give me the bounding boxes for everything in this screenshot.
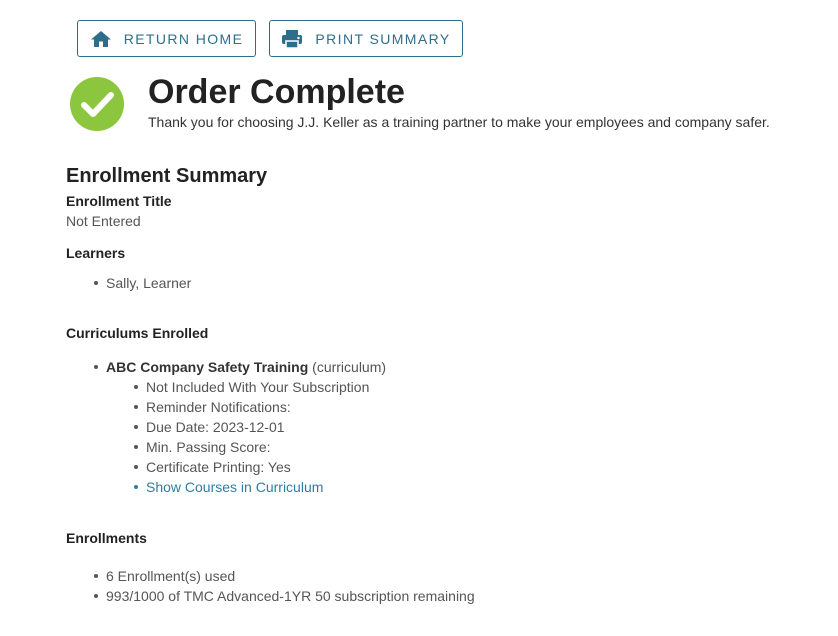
curriculum-detail-passing-score: Min. Passing Score: bbox=[133, 437, 386, 457]
curriculum-detail-subscription: Not Included With Your Subscription bbox=[133, 377, 386, 397]
print-summary-label: PRINT SUMMARY bbox=[315, 30, 451, 47]
curriculum-name: ABC Company Safety Training bbox=[106, 359, 309, 375]
show-courses-link[interactable]: Show Courses in Curriculum bbox=[146, 479, 323, 495]
page-title: Order Complete bbox=[148, 73, 405, 111]
toolbar: RETURN HOME PRINT SUMMARY bbox=[77, 20, 463, 57]
curriculum-type: (curriculum) bbox=[312, 359, 387, 375]
curriculum-item: ABC Company Safety Training (curriculum)… bbox=[93, 357, 387, 497]
enrollments-used-item: 6 Enrollment(s) used bbox=[94, 566, 475, 586]
return-home-button[interactable]: RETURN HOME bbox=[77, 20, 256, 57]
return-home-label: RETURN HOME bbox=[123, 30, 244, 47]
enrollment-title-value: Not Entered bbox=[66, 213, 141, 229]
enrollments-label: Enrollments bbox=[66, 530, 147, 546]
check-circle-icon bbox=[70, 77, 124, 131]
subscription-remaining-item: 993/1000 of TMC Advanced-1YR 50 subscrip… bbox=[94, 588, 475, 604]
learners-label: Learners bbox=[66, 245, 126, 261]
curriculum-detail-reminders: Reminder Notifications: bbox=[133, 397, 386, 417]
learners-list: Sally, Learner bbox=[93, 273, 192, 293]
curriculums-label: Curriculums Enrolled bbox=[66, 325, 209, 341]
curriculum-list: ABC Company Safety Training (curriculum)… bbox=[93, 357, 387, 497]
learner-item: Sally, Learner bbox=[93, 275, 192, 291]
show-courses-item: Show Courses in Curriculum bbox=[133, 477, 386, 497]
curriculum-detail-certificate: Certificate Printing: Yes bbox=[133, 457, 386, 477]
enrollment-summary-heading: Enrollment Summary bbox=[66, 165, 268, 187]
curriculum-details: Not Included With Your Subscription Remi… bbox=[133, 377, 386, 497]
printer-icon bbox=[281, 29, 303, 49]
home-icon bbox=[90, 30, 112, 48]
print-summary-button[interactable]: PRINT SUMMARY bbox=[269, 20, 463, 57]
enrollment-title-label: Enrollment Title bbox=[66, 193, 172, 209]
page-subtitle: Thank you for choosing J.J. Keller as a … bbox=[148, 114, 770, 130]
curriculum-detail-due-date: Due Date: 2023-12-01 bbox=[133, 417, 386, 437]
enrollments-list: 6 Enrollment(s) used 993/1000 of TMC Adv… bbox=[94, 566, 475, 606]
